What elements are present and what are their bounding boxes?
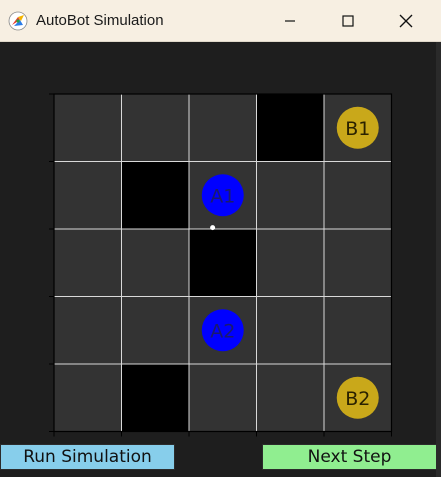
next-step-button[interactable]: Next Step (262, 444, 437, 470)
app-window: AutoBot Simulation A1 A2 B1 B2 Run Simulati… (0, 0, 441, 477)
grid-cell (121, 94, 189, 162)
grid-cell (54, 229, 122, 297)
grid-cell (189, 94, 257, 162)
canvas-area: A1 A2 B1 B2 (0, 42, 441, 477)
window-title: AutoBot Simulation (36, 12, 164, 29)
agent-label: A2 (210, 320, 235, 342)
grid-cell (54, 364, 122, 432)
close-icon (399, 14, 413, 27)
simulation-grid: A1 A2 B1 B2 (49, 93, 393, 437)
target-label: B2 (345, 388, 370, 410)
obstacle-cell (256, 94, 324, 162)
run-simulation-button[interactable]: Run Simulation (0, 444, 175, 470)
position-marker (210, 225, 216, 231)
grid-cell (189, 364, 257, 432)
grid-cell (54, 296, 122, 364)
minimize-icon (285, 19, 295, 22)
grid-cell (54, 94, 122, 162)
agent-label: A1 (210, 185, 235, 207)
obstacle-cell (121, 364, 189, 432)
app-icon (8, 11, 28, 31)
grid-cell (121, 296, 189, 364)
grid-cell (256, 296, 324, 364)
obstacle-cell (189, 229, 257, 297)
grid-cell (121, 229, 189, 297)
grid-cell (324, 296, 392, 364)
grid-cell (256, 161, 324, 229)
grid-cell (324, 161, 392, 229)
title-bar[interactable]: AutoBot Simulation (0, 0, 441, 42)
grid-cell (256, 229, 324, 297)
maximize-icon (342, 14, 354, 27)
grid-cell (54, 161, 122, 229)
minimize-button[interactable] (261, 0, 319, 41)
grid-cell (324, 229, 392, 297)
maximize-button[interactable] (319, 0, 377, 41)
grid-cell (256, 364, 324, 432)
window-edge (436, 42, 441, 477)
target-label: B1 (345, 118, 370, 140)
obstacle-cell (121, 161, 189, 229)
close-button[interactable] (377, 0, 435, 41)
